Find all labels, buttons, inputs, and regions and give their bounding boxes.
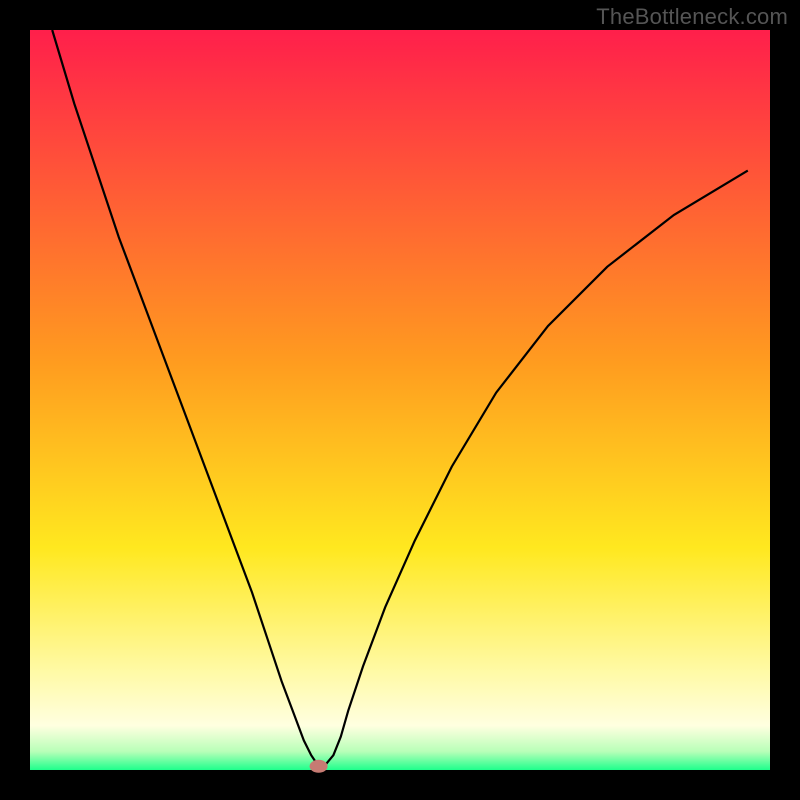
optimal-point-marker xyxy=(310,760,328,773)
watermark-text: TheBottleneck.com xyxy=(596,4,788,30)
plot-background xyxy=(30,30,770,770)
bottleneck-chart xyxy=(0,0,800,800)
chart-frame: TheBottleneck.com xyxy=(0,0,800,800)
